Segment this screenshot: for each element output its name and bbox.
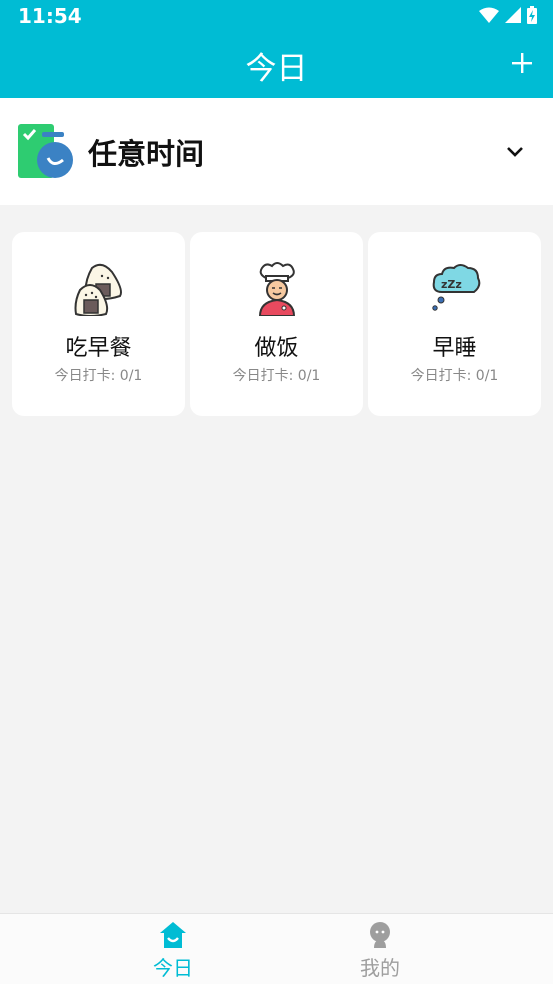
battery-icon xyxy=(527,6,537,24)
habit-title: 做饭 xyxy=(254,336,299,361)
svg-text:zZz: zZz xyxy=(441,278,462,291)
sleep-icon: zZz xyxy=(432,264,481,311)
nav-item-today[interactable]: 今日 xyxy=(128,920,218,981)
time-filter-selector[interactable]: 任意时间 xyxy=(0,98,553,205)
status-time: 11:54 xyxy=(18,4,82,28)
profile-icon xyxy=(370,922,390,948)
home-icon xyxy=(160,922,186,948)
chevron-down-icon[interactable] xyxy=(505,142,525,162)
habit-card-sleep[interactable]: zZz 早睡 今日打卡: 0/1 xyxy=(368,232,541,416)
nav-item-mine[interactable]: 我的 xyxy=(335,920,425,981)
habit-card-breakfast[interactable]: 吃早餐 今日打卡: 0/1 xyxy=(12,232,185,416)
page-title: 今日 xyxy=(245,51,308,87)
habit-title: 早睡 xyxy=(432,336,477,361)
habit-progress: 今日打卡: 0/1 xyxy=(232,368,321,384)
status-icons xyxy=(479,6,537,24)
bottom-nav: 今日 我的 xyxy=(0,913,553,984)
status-bar: 11:54 xyxy=(0,0,553,30)
rice-ball-icon xyxy=(74,263,122,316)
wifi-icon xyxy=(479,7,499,23)
habit-card-cooking[interactable]: 做饭 今日打卡: 0/1 xyxy=(190,232,363,416)
chef-icon xyxy=(258,262,296,316)
add-icon[interactable] xyxy=(505,46,539,80)
signal-icon xyxy=(505,7,521,23)
habit-card-list: 吃早餐 今日打卡: 0/1 做饭 今日打卡: 0/1 zZz 早睡 今日打卡: … xyxy=(12,232,541,416)
habit-progress: 今日打卡: 0/1 xyxy=(410,368,499,384)
timer-icon xyxy=(18,124,73,178)
app-bar: 今日 xyxy=(0,30,553,98)
filter-label: 任意时间 xyxy=(88,137,205,171)
habit-title: 吃早餐 xyxy=(65,336,132,361)
habit-progress: 今日打卡: 0/1 xyxy=(54,368,143,384)
nav-label-mine: 我的 xyxy=(360,956,400,980)
nav-label-today: 今日 xyxy=(153,956,193,980)
